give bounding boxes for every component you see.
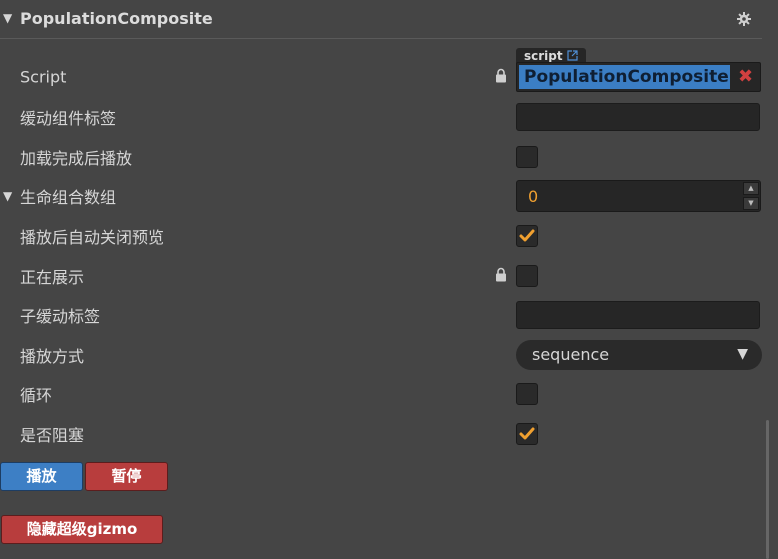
life-group-label: 生命组合数组 [20,188,117,207]
component-header: ▼ PopulationComposite [0,0,762,39]
sub-tween-label-row: 子缓动标签 [0,298,762,332]
play-button[interactable]: 播放 [0,462,83,491]
showing-row: 正在展示 [0,259,762,293]
gear-icon[interactable] [737,11,751,30]
life-group-size-value[interactable]: 0 [528,187,538,206]
script-label: Script [20,67,67,87]
sub-tween-label-label: 子缓动标签 [20,307,101,326]
blocking-label: 是否阻塞 [20,426,85,445]
collapse-toggle-icon[interactable]: ▼ [3,11,12,25]
dropdown-arrow-icon: ▼ [737,346,748,362]
hide-gizmo-button[interactable]: 隐藏超级gizmo [1,515,163,544]
spin-up-icon[interactable]: ▲ [743,182,759,195]
auto-close-preview-label: 播放后自动关闭预览 [20,228,165,247]
auto-close-preview-checkbox[interactable] [516,225,538,247]
number-spinner[interactable]: ▲ ▼ [743,182,759,210]
component-title: PopulationComposite [20,9,213,28]
lock-icon [495,68,507,87]
play-on-load-row: 加载完成后播放 [0,140,762,174]
tween-label-row: 缓动组件标签 [0,100,762,134]
play-mode-select[interactable]: sequence ▼ [516,340,762,370]
play-on-load-checkbox[interactable] [516,146,538,168]
blocking-checkbox[interactable] [516,423,538,445]
checkmark-icon [519,229,535,242]
play-on-load-label: 加载完成后播放 [20,149,133,168]
lock-icon [495,267,507,286]
loop-row: 循环 [0,377,762,411]
auto-close-preview-row: 播放后自动关闭预览 [0,219,762,253]
tween-label-input[interactable] [516,103,760,131]
blocking-row: 是否阻塞 [0,417,762,451]
loop-label: 循环 [20,386,53,405]
script-asset-name[interactable]: PopulationComposite [519,65,730,89]
loop-checkbox[interactable] [516,383,538,405]
sub-tween-label-input[interactable] [516,301,760,329]
life-group-row: ▼ 生命组合数组 0 ▲ ▼ [0,179,762,213]
play-mode-row: 播放方式 sequence ▼ [0,338,762,372]
showing-label: 正在展示 [20,268,85,287]
life-group-size-input[interactable]: 0 ▲ ▼ [516,180,761,212]
spin-down-icon[interactable]: ▼ [743,197,759,210]
expand-toggle-icon[interactable]: ▼ [3,189,12,203]
checkmark-icon [519,427,535,440]
tween-label-label: 缓动组件标签 [20,109,117,128]
clear-icon[interactable]: ✖ [733,65,758,89]
scrollbar[interactable] [766,420,769,559]
showing-checkbox[interactable] [516,265,538,287]
pause-button[interactable]: 暂停 [85,462,168,491]
script-asset-field[interactable]: PopulationComposite ✖ [516,62,761,92]
external-link-icon [567,49,578,63]
play-mode-value: sequence [532,345,610,364]
play-mode-label: 播放方式 [20,347,85,366]
